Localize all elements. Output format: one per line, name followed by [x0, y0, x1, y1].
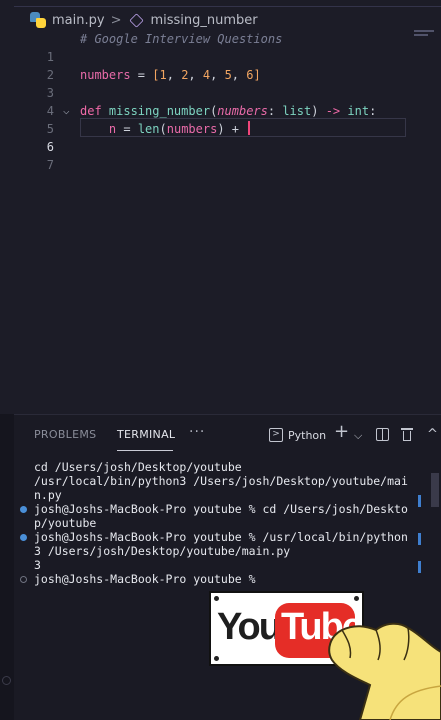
bracket: ] [253, 68, 261, 82]
terminal-profile-name: Python [288, 428, 327, 442]
breadcrumb-separator: > [110, 12, 122, 28]
terminal-line: p/youtube [34, 516, 97, 530]
terminal-icon: > [269, 428, 283, 442]
terminal-line: josh@Joshs-MacBook-Pro youtube % cd /Use… [34, 502, 408, 516]
minimap[interactable] [414, 30, 436, 44]
terminal-scrollbar[interactable] [431, 473, 439, 507]
operator: = [116, 122, 138, 136]
corner-dot [214, 596, 219, 601]
paren: ) [217, 122, 225, 136]
terminal-line: n.py [34, 488, 62, 502]
code-line-5[interactable]: 5 ⌵ def missing_number(numbers: list) ->… [14, 102, 414, 136]
symbol-cube-icon [129, 12, 145, 28]
builtin-call: len [137, 122, 160, 136]
operator: + [224, 122, 247, 136]
comma: , [231, 68, 247, 82]
terminal-line: cd /Users/josh/Desktop/youtube [34, 460, 242, 474]
code-line-4[interactable]: 4 [14, 84, 414, 118]
code-line-7[interactable]: 7 [14, 138, 414, 172]
breadcrumb-file[interactable]: main.py [52, 13, 105, 28]
colon: : [267, 104, 283, 118]
tab-terminal[interactable]: TERMINAL [117, 428, 175, 441]
more-tabs-icon[interactable]: ··· [189, 424, 205, 440]
code-line-2[interactable]: 2 [14, 48, 414, 82]
active-tab-indicator [117, 450, 173, 451]
terminal-prompt: josh@Joshs-MacBook-Pro youtube % [34, 572, 263, 586]
terminal-line: /usr/local/bin/python3 /Users/josh/Deskt… [34, 474, 408, 488]
code-text: # Google Interview Questions [80, 30, 282, 48]
operator: = [130, 68, 153, 82]
plus-icon[interactable]: + [334, 423, 349, 441]
comma: , [210, 68, 225, 82]
scroll-marker [418, 495, 421, 507]
colon: : [369, 104, 377, 118]
command-status-dot[interactable] [20, 506, 27, 513]
breadcrumb-symbol[interactable]: missing_number [150, 13, 257, 28]
identifier: numbers [80, 68, 131, 82]
chevron-down-icon[interactable]: ⌵ [354, 427, 362, 445]
line-number: 7 [46, 158, 54, 172]
code-editor[interactable]: main.py > missing_number 1 # Google Inte… [0, 0, 441, 414]
code-text: n = len(numbers) + [80, 120, 251, 138]
command-status-dot[interactable] [20, 534, 27, 541]
bracket: [ [152, 68, 160, 82]
python-file-icon [30, 12, 46, 28]
comment: # Google Interview Questions [80, 32, 283, 46]
comma: , [166, 68, 182, 82]
terminal-line: 3 [34, 558, 41, 572]
code-line-6[interactable]: 6 n = len(numbers) + [14, 120, 414, 154]
code-text: numbers = [1, 2, 4, 5, 6] [80, 66, 261, 84]
logo-text-you: You [217, 606, 282, 648]
code-text: def missing_number(numbers: list) -> int… [80, 102, 376, 120]
argument: numbers [166, 122, 218, 136]
code-line-3[interactable]: 3 numbers = [1, 2, 4, 5, 6] [14, 66, 414, 100]
tab-problems[interactable]: PROBLEMS [34, 428, 96, 441]
code-line-1[interactable]: 1 # Google Interview Questions [14, 30, 414, 64]
scroll-marker [418, 533, 421, 545]
terminal-line: 3 /Users/josh/Desktop/youtube/main.py [34, 544, 291, 558]
type-hint: list [282, 104, 312, 118]
return-type: int [347, 104, 370, 118]
keyword: def [80, 104, 109, 118]
text-cursor [248, 121, 251, 135]
chevron-up-icon[interactable]: ^ [427, 426, 438, 444]
breadcrumb: main.py > missing_number [30, 10, 258, 30]
split-terminal-icon[interactable] [376, 428, 389, 441]
terminal-line: josh@Joshs-MacBook-Pro youtube % /usr/lo… [34, 530, 408, 544]
scroll-marker [418, 561, 421, 573]
pointing-fist-illustration [328, 622, 441, 720]
strip-dot-icon [2, 676, 11, 685]
number: 1 [159, 68, 167, 82]
corner-dot [214, 656, 219, 661]
function-name: missing_number [108, 104, 211, 118]
editor-top-border [14, 6, 441, 7]
fold-chevron-icon[interactable]: ⌵ [63, 102, 70, 120]
arrow: -> [318, 104, 348, 118]
parameter: numbers [217, 104, 268, 118]
terminal-profile-selector[interactable]: > Python [269, 426, 326, 444]
number: 5 [224, 68, 232, 82]
paren: ( [159, 122, 167, 136]
panel-tab-bar: PROBLEMS TERMINAL ··· > Python + ⌵ ^ [14, 415, 441, 455]
comma: , [188, 68, 203, 82]
command-status-dot[interactable] [20, 576, 27, 583]
